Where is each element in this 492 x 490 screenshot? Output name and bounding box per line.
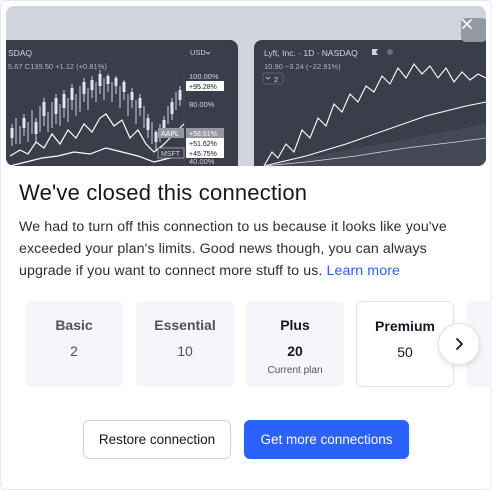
- dialog-body: We had to turn off this connection to us…: [19, 216, 479, 282]
- left-chart-symbol: SDAQ: [8, 48, 32, 58]
- plan-connection-limit: 20: [287, 343, 303, 359]
- connection-closed-dialog: SDAQ 5.67 C139.50 +1.12 (+0.81%) USD 100…: [0, 0, 492, 490]
- current-plan-label: Current plan: [267, 365, 323, 376]
- badge-4: +51.62%: [189, 141, 217, 148]
- plan-name: Basic: [55, 317, 93, 333]
- next-plans-button[interactable]: [438, 323, 480, 365]
- dot-icon: [387, 49, 393, 55]
- chevron-right-icon: [456, 338, 463, 350]
- left-axis-label-1: 100.00%: [189, 72, 219, 81]
- plan-card-plus[interactable]: Plus 20 Current plan: [246, 301, 344, 387]
- left-chart-ohlc: 5.67 C139.50 +1.12 (+0.81%): [8, 62, 107, 71]
- plan-connection-limit: 10: [177, 343, 193, 359]
- dialog-title: We've closed this connection: [19, 180, 308, 205]
- restore-connection-button[interactable]: Restore connection: [83, 420, 231, 459]
- right-chart-price: 10.90 −3.24 (−22.91%): [264, 62, 341, 71]
- plan-carousel: Basic 2 Essential 10 Plus 20 Current pla…: [25, 301, 492, 387]
- badge-2: AAPL: [161, 131, 179, 138]
- left-axis-label-3: 40.00%: [189, 157, 215, 166]
- plan-card-basic[interactable]: Basic 2: [25, 301, 123, 387]
- plan-name: Premium: [375, 318, 435, 334]
- get-more-connections-button[interactable]: Get more connections: [244, 420, 409, 459]
- badge-5: MSFT: [161, 151, 181, 158]
- plan-card-essential[interactable]: Essential 10: [136, 301, 234, 387]
- badge-1: +95.28%: [189, 84, 217, 91]
- right-chart-title: Lyft, Inc. · 1D · NASDAQ: [264, 48, 358, 58]
- badge-6: +45.75%: [189, 151, 217, 158]
- learn-more-link[interactable]: Learn more: [326, 263, 400, 279]
- hero-charts-illustration: SDAQ 5.67 C139.50 +1.12 (+0.81%) USD 100…: [6, 40, 486, 166]
- badge-3: +58.61%: [189, 131, 217, 138]
- hero-illustration: SDAQ 5.67 C139.50 +1.12 (+0.81%) USD 100…: [6, 6, 486, 166]
- indicator-count: 2: [274, 75, 278, 84]
- close-button[interactable]: [461, 18, 486, 42]
- plan-name: Essential: [154, 317, 216, 333]
- plan-name: Plus: [280, 317, 310, 333]
- close-icon: [462, 19, 472, 29]
- left-axis-label-2: 80.00%: [189, 100, 215, 109]
- plan-connection-limit: 2: [70, 343, 78, 359]
- left-chart-currency: USD: [190, 48, 206, 57]
